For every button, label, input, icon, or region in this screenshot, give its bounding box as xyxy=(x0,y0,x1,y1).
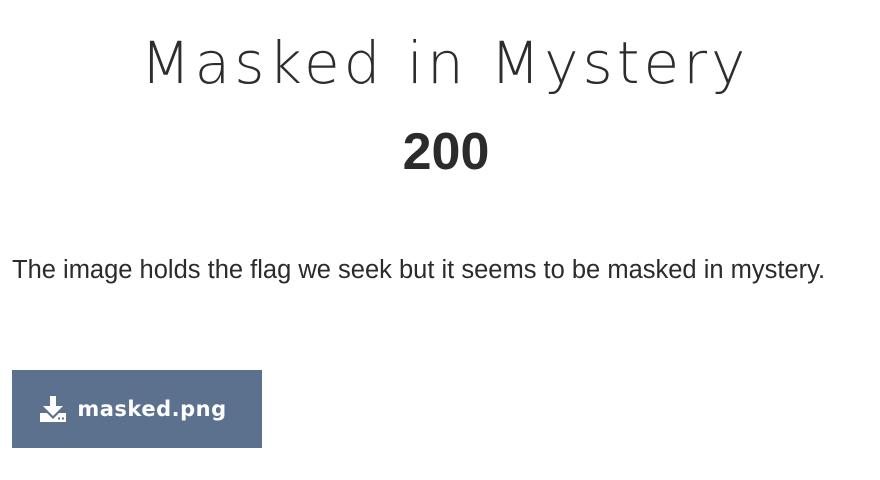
challenge-title: Masked in Mystery xyxy=(140,29,750,97)
challenge-points: 200 xyxy=(402,123,490,181)
challenge-panel: Masked in Mystery 200 The image holds th… xyxy=(0,0,880,480)
download-icon xyxy=(39,395,67,423)
download-file-button[interactable]: masked.png xyxy=(12,370,262,448)
challenge-description: The image holds the flag we seek but it … xyxy=(12,256,826,284)
download-file-label: masked.png xyxy=(77,397,227,421)
